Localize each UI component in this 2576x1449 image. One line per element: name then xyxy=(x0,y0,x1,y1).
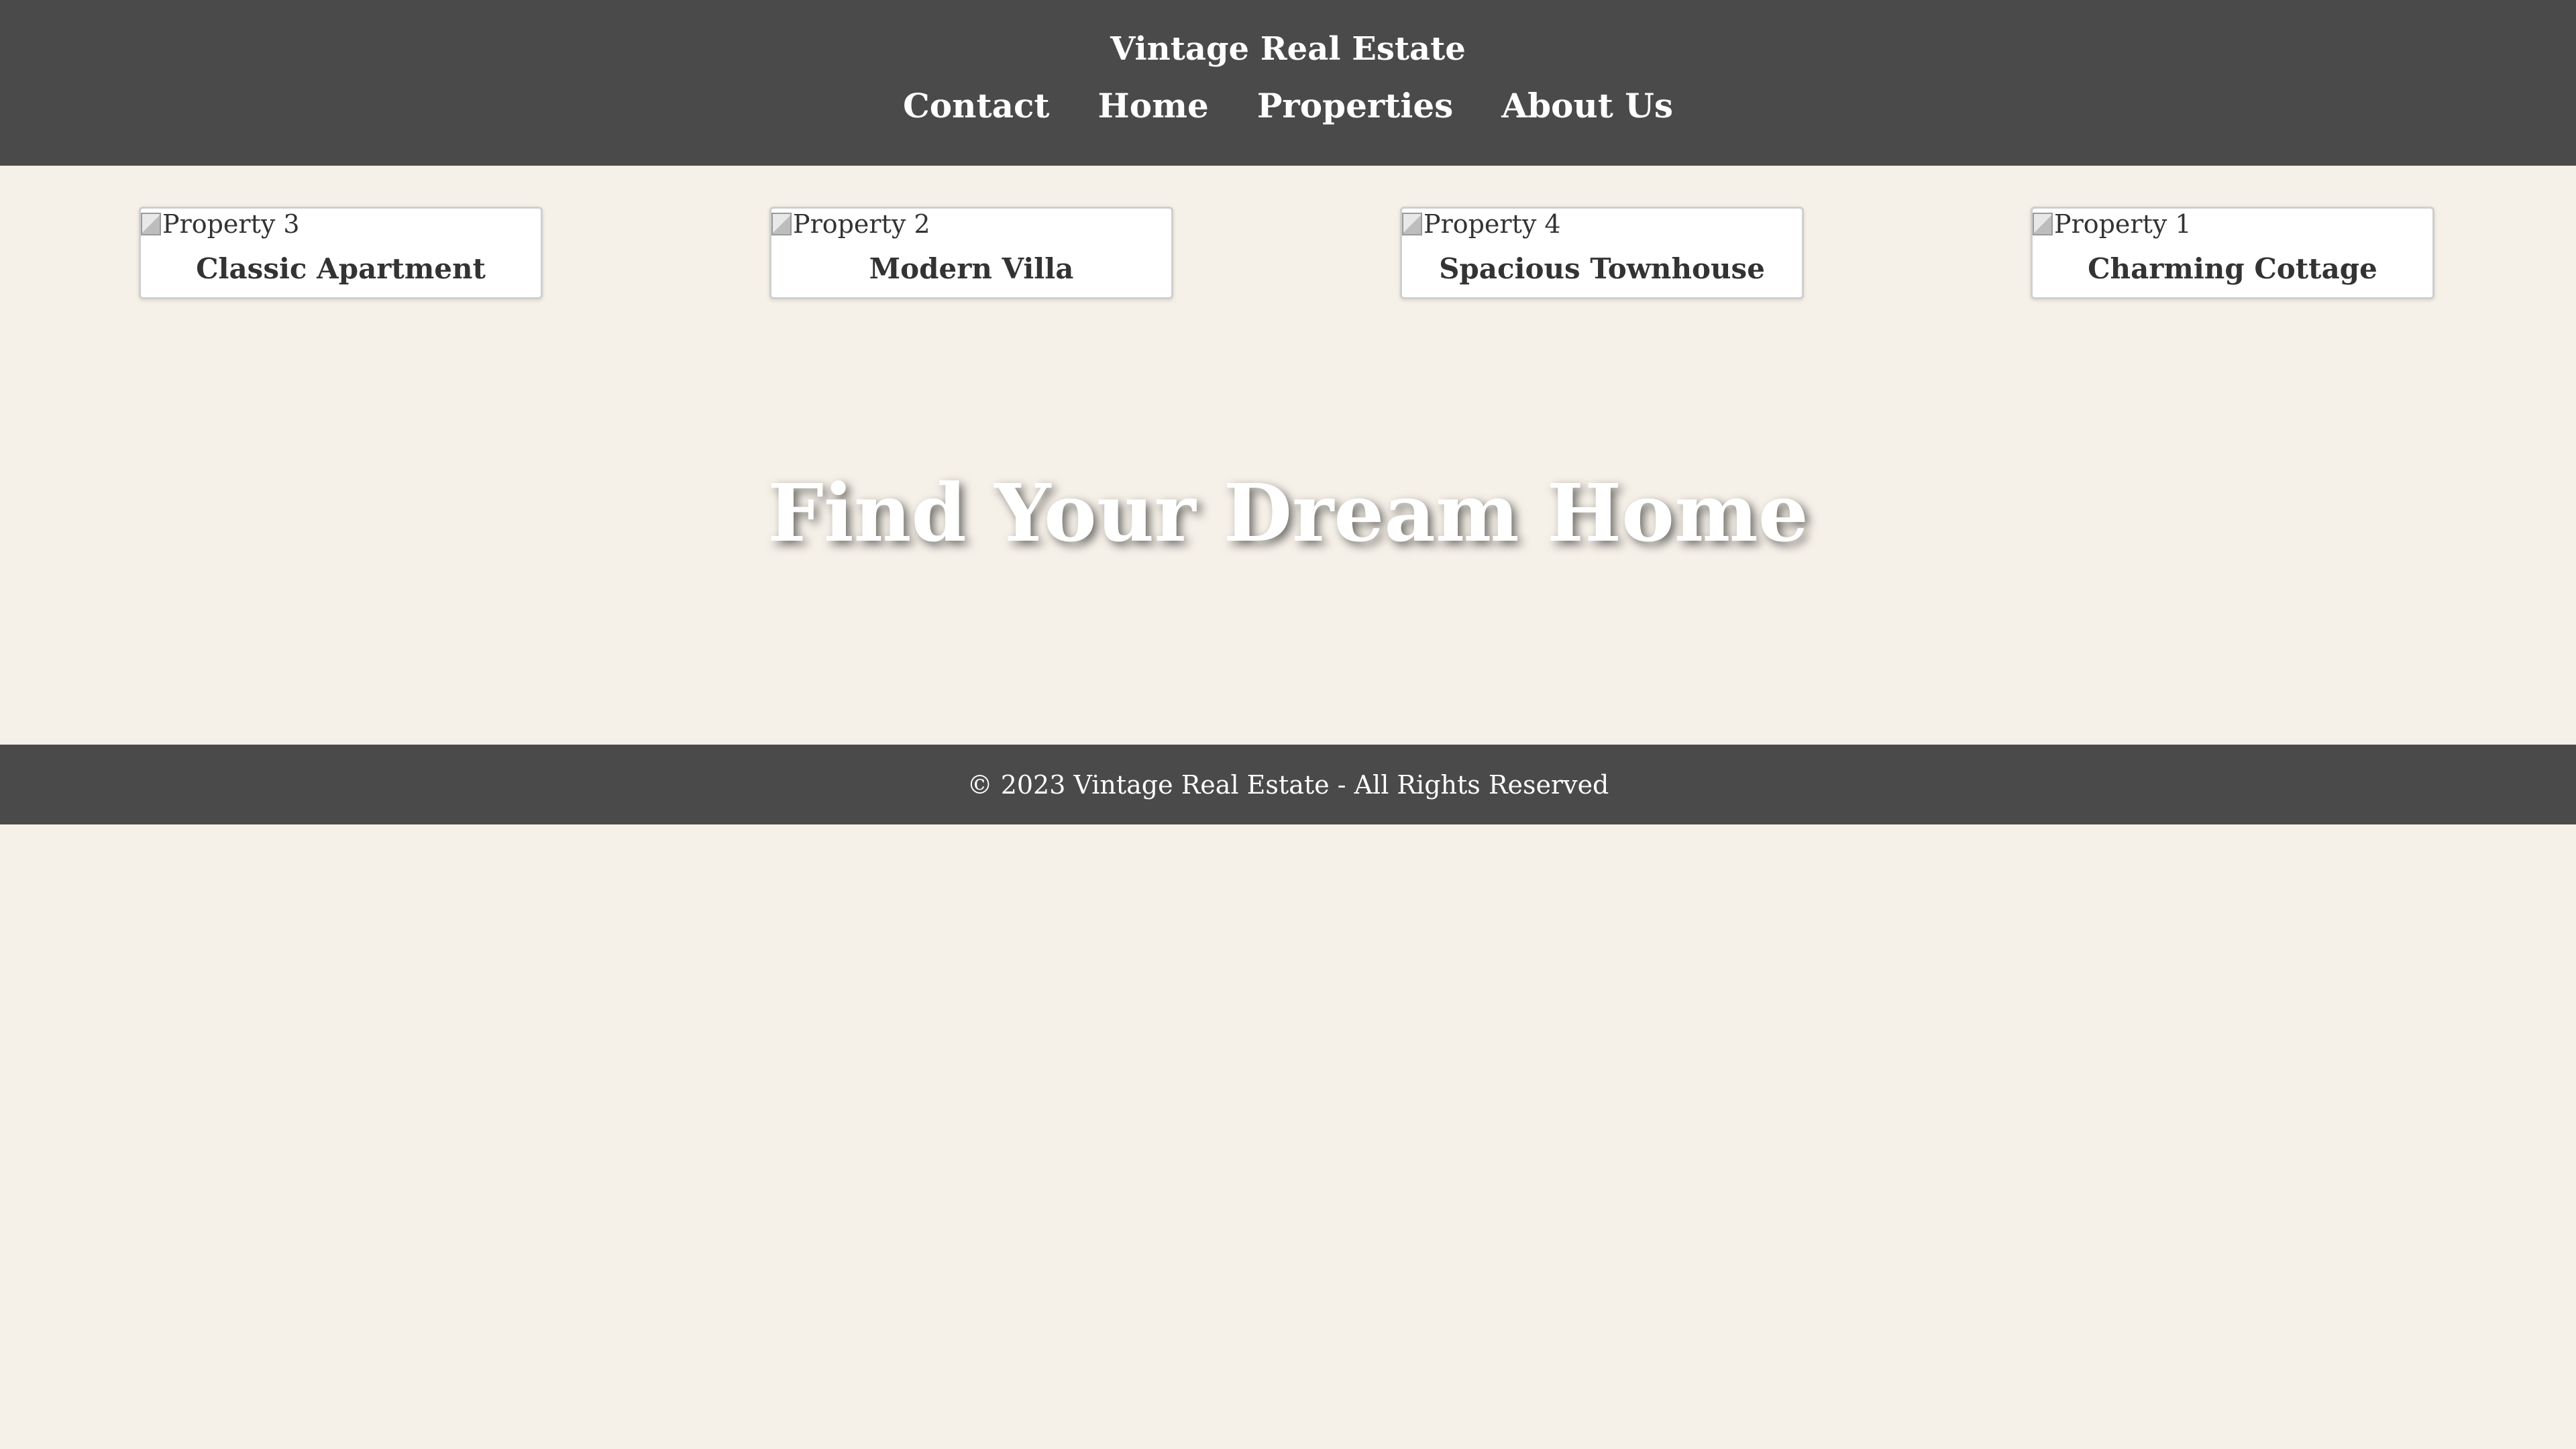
hero-heading: Find Your Dream Home xyxy=(767,466,1809,559)
property-title: Spacious Townhouse xyxy=(1439,252,1765,285)
property-card[interactable]: Property 3 Classic Apartment xyxy=(139,207,543,299)
property-image: Property 2 xyxy=(771,209,930,239)
property-image-alt: Property 2 xyxy=(793,209,930,239)
property-image-alt: Property 1 xyxy=(2054,209,2192,239)
property-image: Property 4 xyxy=(1402,209,1561,239)
property-image: Property 3 xyxy=(141,209,300,239)
site-header: Vintage Real Estate Contact Home Propert… xyxy=(0,0,2576,166)
property-card[interactable]: Property 2 Modern Villa xyxy=(769,207,1173,299)
nav-link-properties[interactable]: Properties xyxy=(1257,83,1453,129)
property-image-alt: Property 3 xyxy=(162,209,300,239)
property-card[interactable]: Property 1 Charming Cottage xyxy=(2031,207,2434,299)
site-footer: © 2023 Vintage Real Estate - All Rights … xyxy=(0,745,2576,824)
nav-link-about-us[interactable]: About Us xyxy=(1501,83,1673,129)
copyright-text: © 2023 Vintage Real Estate - All Rights … xyxy=(967,769,1609,800)
property-card[interactable]: Property 4 Spacious Townhouse xyxy=(1400,207,1804,299)
site-title: Vintage Real Estate xyxy=(1110,30,1466,68)
broken-image-icon xyxy=(1402,213,1422,235)
property-title: Modern Villa xyxy=(869,252,1074,285)
nav-link-contact[interactable]: Contact xyxy=(903,83,1050,129)
broken-image-icon xyxy=(771,213,792,235)
property-image-alt: Property 4 xyxy=(1424,209,1561,239)
property-title: Charming Cottage xyxy=(2088,252,2377,285)
property-title: Classic Apartment xyxy=(196,252,486,285)
broken-image-icon xyxy=(2033,213,2053,235)
property-image: Property 1 xyxy=(2033,209,2192,239)
nav-link-home[interactable]: Home xyxy=(1098,83,1209,129)
main-nav: Contact Home Properties About Us xyxy=(0,83,2576,129)
broken-image-icon xyxy=(141,213,161,235)
